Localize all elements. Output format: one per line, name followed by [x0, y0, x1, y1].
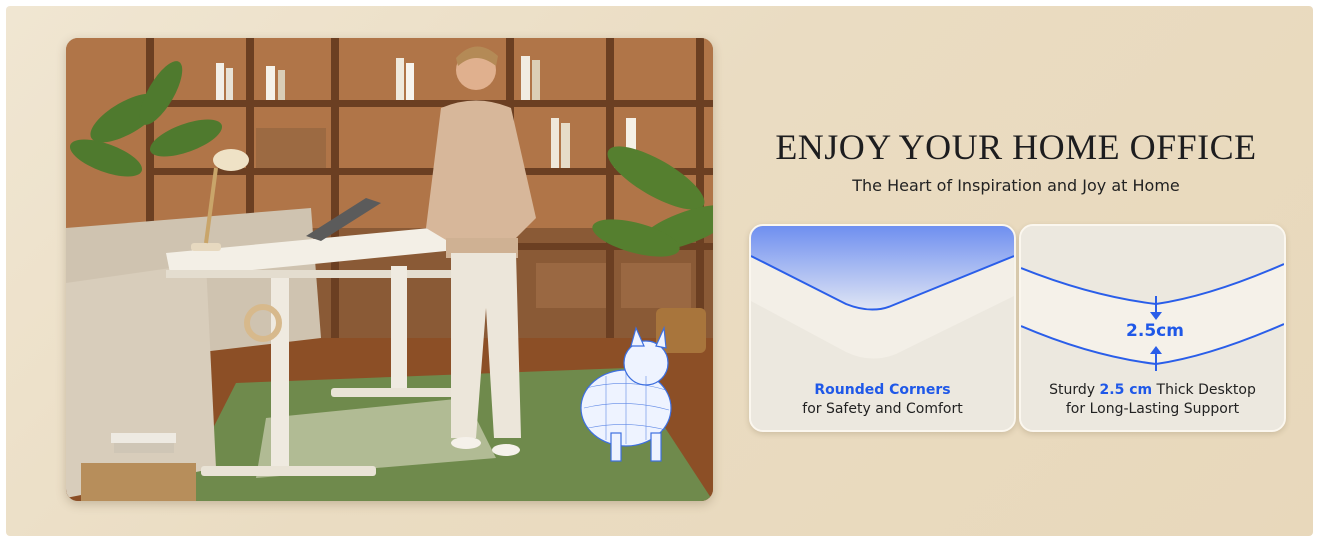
feature-title: Rounded Corners [814, 382, 951, 398]
feature-subtitle: for Long-Lasting Support [1065, 401, 1240, 417]
feature-caption-rounded-corners: Rounded Corners for Safety and Comfort [751, 381, 1014, 419]
feature-caption-thickness: Sturdy 2.5 cm Thick Desktop for Long-Las… [1021, 381, 1284, 419]
hero-banner: ENJOY YOUR HOME OFFICE The Heart of Insp… [6, 6, 1313, 536]
feature-subtitle: for Safety and Comfort [802, 401, 963, 417]
feature-card-rounded-corners: Rounded Corners for Safety and Comfort [749, 224, 1016, 432]
thickness-measurement-label: 2.5cm [1126, 321, 1184, 341]
feature-line-suffix: Thick Desktop [1152, 382, 1256, 398]
headline: ENJOY YOUR HOME OFFICE [775, 127, 1257, 167]
feature-card-thickness: 2.5cm Sturdy 2.5 cm Thick Desktop for Lo… [1019, 224, 1286, 432]
feature-highlight: 2.5 cm [1099, 382, 1153, 398]
feature-line-prefix: Sturdy [1049, 382, 1100, 398]
subheadline: The Heart of Inspiration and Joy at Home [852, 176, 1180, 195]
home-office-photo [66, 38, 713, 501]
